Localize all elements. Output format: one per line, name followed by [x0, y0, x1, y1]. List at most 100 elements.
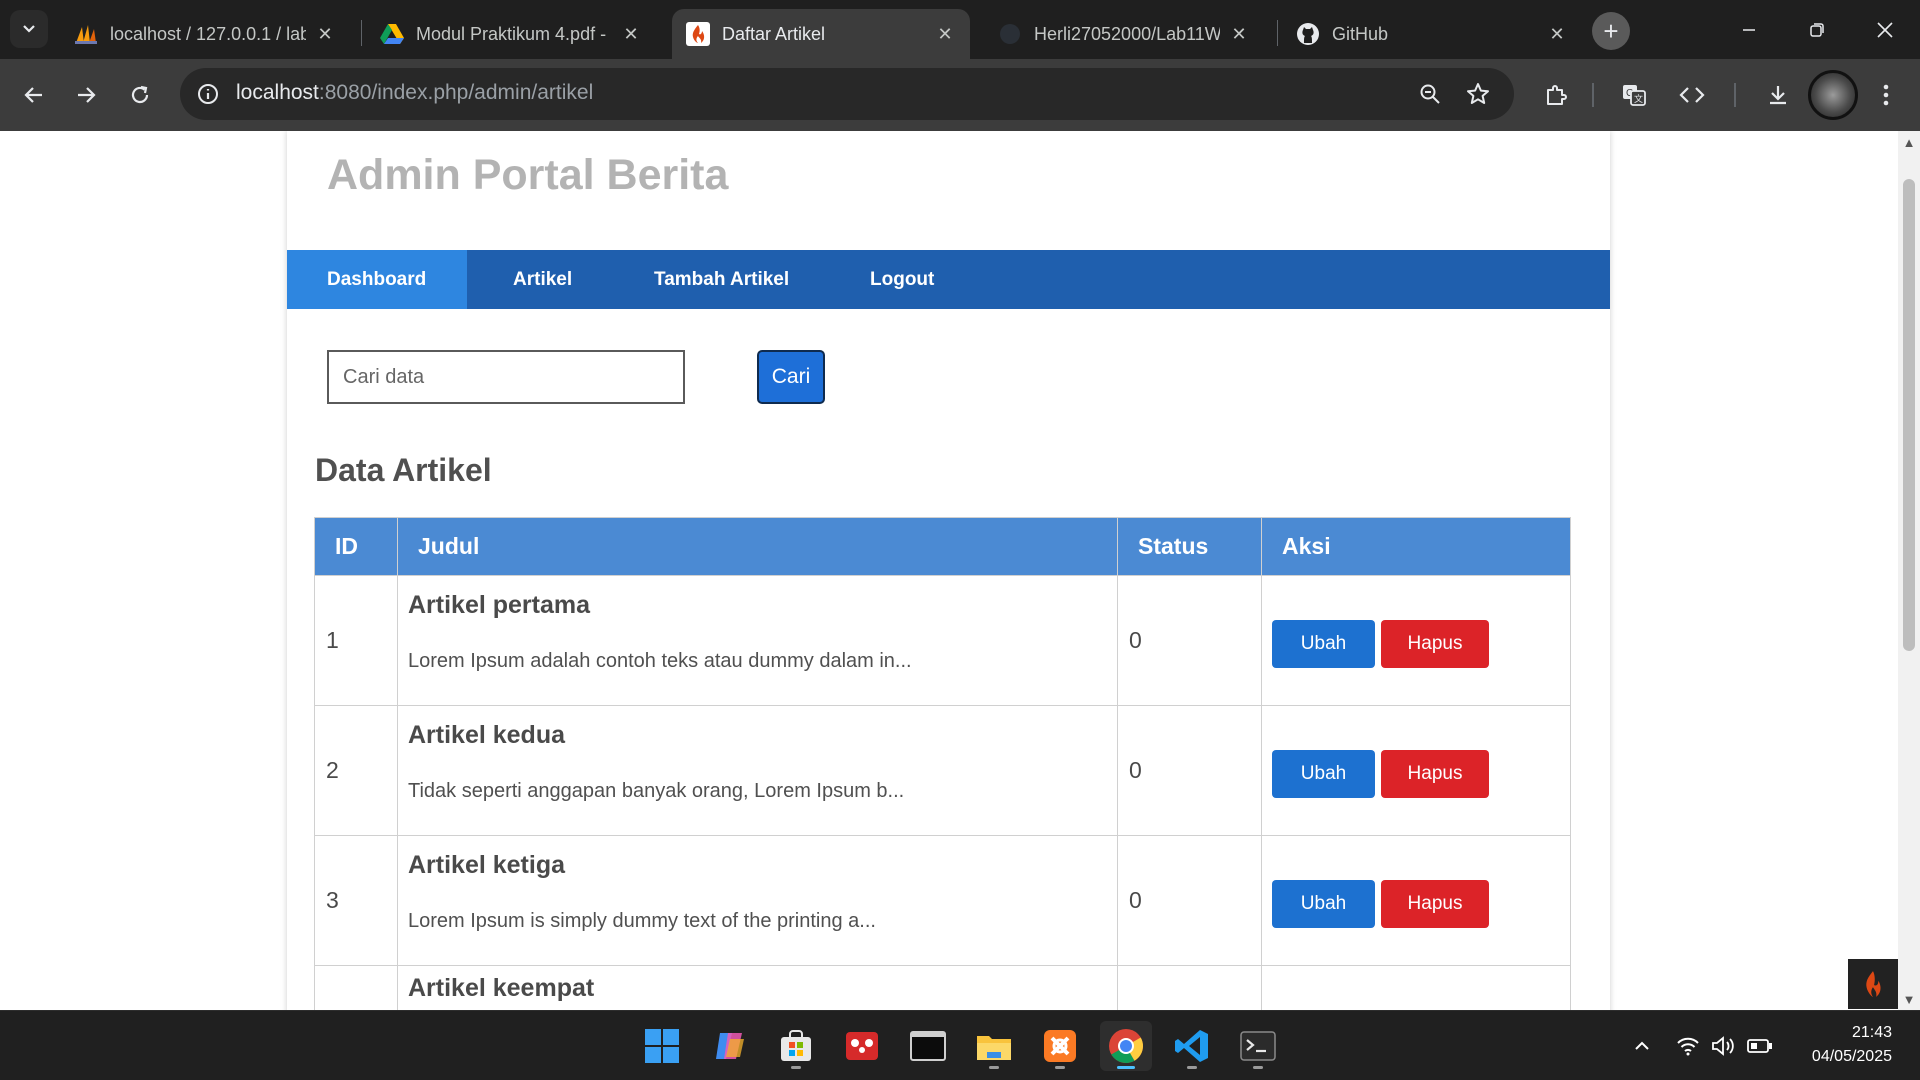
close-icon[interactable]: ✕: [1546, 23, 1568, 45]
url-host: localhost: [236, 81, 319, 104]
scroll-up-arrow-icon[interactable]: ▲: [1898, 133, 1920, 151]
cell-judul: Artikel pertama Lorem Ipsum adalah conto…: [397, 575, 1118, 706]
toolbar-divider: [1592, 83, 1594, 107]
cell-status: 0: [1117, 835, 1262, 966]
scrollbar-thumb[interactable]: [1903, 179, 1915, 651]
column-header-status: Status: [1117, 517, 1262, 576]
tab-strip: localhost / 127.0.0.1 / lab ✕ Modul Prak…: [0, 0, 1920, 59]
cell-status: 0: [1117, 705, 1262, 836]
main-nav: Dashboard Artikel Tambah Artikel Logout: [287, 250, 1610, 309]
tab-github[interactable]: GitHub ✕: [1282, 9, 1582, 59]
volume-icon[interactable]: [1710, 1031, 1738, 1061]
scroll-down-arrow-icon[interactable]: ▼: [1898, 990, 1920, 1008]
codeigniter-debug-toolbar-icon[interactable]: [1848, 959, 1898, 1009]
tab-herli-repo[interactable]: Herli27052000/Lab11Wel ✕: [984, 9, 1264, 59]
restore-icon: [1810, 22, 1824, 37]
nav-logout[interactable]: Logout: [830, 250, 974, 309]
zoom-icon[interactable]: [1416, 80, 1444, 108]
edit-button[interactable]: Ubah: [1272, 879, 1375, 928]
page-viewport: Admin Portal Berita Dashboard Artikel Ta…: [0, 131, 1898, 1010]
running-indicator: [791, 1066, 801, 1069]
search-input[interactable]: [327, 350, 685, 404]
close-icon[interactable]: ✕: [934, 23, 956, 45]
forward-button[interactable]: [68, 77, 104, 113]
page-container: Admin Portal Berita Dashboard Artikel Ta…: [287, 131, 1610, 1010]
vscode-icon[interactable]: [1166, 1021, 1218, 1071]
window-close-button[interactable]: [1852, 0, 1918, 59]
running-indicator: [1117, 1066, 1135, 1069]
translate-icon[interactable]: G文: [1616, 77, 1652, 113]
battery-icon[interactable]: [1746, 1031, 1774, 1061]
close-icon[interactable]: ✕: [1228, 23, 1250, 45]
delete-button[interactable]: Hapus: [1381, 879, 1489, 928]
article-title: Artikel keempat: [408, 974, 595, 1002]
cell-id: 3: [314, 835, 398, 966]
close-icon[interactable]: ✕: [314, 23, 336, 45]
cell-id: 1: [314, 575, 398, 706]
cell-status: [1117, 965, 1262, 1010]
github-icon: [1296, 22, 1320, 46]
running-indicator: [989, 1066, 999, 1069]
clock-date: 04/05/2025: [1811, 1048, 1892, 1065]
minimize-icon: [1743, 28, 1755, 31]
column-header-id: ID: [314, 517, 398, 576]
table-row: 1 Artikel pertama Lorem Ipsum adalah con…: [314, 575, 1571, 706]
tab-modul-praktikum[interactable]: Modul Praktikum 4.pdf - ✕: [366, 9, 656, 59]
file-explorer-icon[interactable]: [968, 1021, 1020, 1071]
chevron-down-icon: [23, 25, 35, 33]
nav-tambah-artikel[interactable]: Tambah Artikel: [612, 250, 830, 309]
running-indicator: [1055, 1066, 1065, 1069]
address-bar[interactable]: localhost:8080/index.php/admin/artikel: [180, 68, 1514, 120]
minimize-button[interactable]: [1716, 0, 1782, 59]
chrome-icon[interactable]: [1100, 1021, 1152, 1071]
nav-dashboard[interactable]: Dashboard: [287, 250, 467, 309]
profile-avatar[interactable]: [1808, 70, 1858, 120]
terminal-window-icon[interactable]: [902, 1021, 954, 1071]
url-text[interactable]: localhost:8080/index.php/admin/artikel: [236, 81, 593, 105]
nav-artikel[interactable]: Artikel: [467, 250, 612, 309]
xampp-icon[interactable]: [1034, 1021, 1086, 1071]
close-icon: [1877, 21, 1893, 38]
section-title: Data Artikel: [315, 452, 492, 488]
chevron-up-icon[interactable]: [1630, 1031, 1654, 1061]
edit-button[interactable]: Ubah: [1272, 619, 1375, 668]
delete-button[interactable]: Hapus: [1381, 749, 1489, 798]
cell-aksi: Ubah Hapus: [1261, 705, 1571, 836]
tab-title: Daftar Artikel: [722, 23, 826, 44]
cell-status: 0: [1117, 575, 1262, 706]
download-icon[interactable]: [1760, 77, 1796, 113]
mendeley-icon[interactable]: [836, 1021, 888, 1071]
site-info-icon[interactable]: [194, 80, 222, 108]
new-tab-button[interactable]: +: [1592, 12, 1630, 50]
cell-judul: Artikel keempat: [397, 965, 1118, 1010]
search-button[interactable]: Cari: [757, 350, 825, 404]
copilot-icon[interactable]: [704, 1021, 756, 1071]
codeigniter-icon: [686, 22, 710, 46]
reload-button[interactable]: [122, 77, 158, 113]
restore-button[interactable]: [1784, 0, 1850, 59]
close-icon[interactable]: ✕: [620, 23, 642, 45]
wifi-icon[interactable]: [1674, 1031, 1702, 1061]
tab-daftar-artikel[interactable]: Daftar Artikel ✕: [672, 9, 970, 59]
article-title: Artikel kedua: [408, 720, 566, 749]
delete-button[interactable]: Hapus: [1381, 619, 1489, 668]
svg-text:文: 文: [1634, 93, 1643, 104]
tab-divider: [361, 20, 362, 46]
browser-toolbar: localhost:8080/index.php/admin/artikel G…: [0, 59, 1920, 131]
windows-terminal-icon[interactable]: [1232, 1021, 1284, 1071]
table-row: Artikel keempat: [314, 965, 1571, 1010]
microsoft-store-icon[interactable]: [770, 1021, 822, 1071]
extensions-icon[interactable]: [1538, 77, 1574, 113]
page-scrollbar[interactable]: ▲ ▼: [1898, 131, 1920, 1010]
system-clock[interactable]: 21:43 04/05/2025: [1812, 1021, 1892, 1069]
column-header-aksi: Aksi: [1261, 517, 1571, 576]
kebab-menu-icon[interactable]: [1868, 77, 1904, 113]
tab-phpmyadmin[interactable]: localhost / 127.0.0.1 / lab ✕: [60, 9, 350, 59]
edit-button[interactable]: Ubah: [1272, 749, 1375, 798]
back-button[interactable]: [16, 77, 52, 113]
bookmark-star-icon[interactable]: [1464, 80, 1492, 108]
code-icon[interactable]: [1674, 77, 1710, 113]
windows-start-icon[interactable]: [636, 1021, 688, 1071]
article-title: Artikel pertama: [408, 590, 591, 619]
tab-search-button[interactable]: [10, 10, 48, 48]
